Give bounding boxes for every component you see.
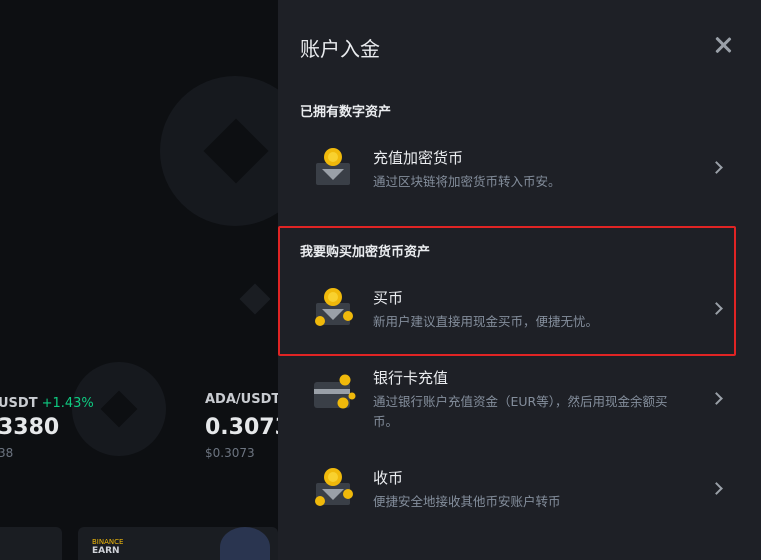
option-title: 充值加密货币 [373,149,464,167]
wallet-coin-icon [316,148,350,185]
binance-earn-logo: BINANCE EARN [92,538,123,557]
deposit-drawer: 账户入金 已拥有数字资产 充值加密货币 通过区块链将加密货币转入币安。 我要购买… [278,0,761,560]
section-label-owned-assets: 已拥有数字资产 [300,105,392,120]
chevron-right-icon [710,302,723,315]
option-deposit-crypto[interactable]: 充值加密货币 通过区块链将加密货币转入币安。 [278,147,761,225]
option-desc: 通过区块链将加密货币转入币安。 [373,174,561,189]
chevron-right-icon [710,392,723,405]
drawer-title: 账户入金 [300,37,380,61]
option-title: 银行卡充值 [373,369,449,387]
option-buy-crypto[interactable]: 买币 新用户建议直接用现金买币，便捷无忧。 [278,287,761,365]
option-desc: 便捷安全地接收其他币安账户转币 [373,494,561,509]
option-bank-card-deposit[interactable]: 银行卡充值 通过银行账户充值资金（EUR等），然后用现金余额买币。 [278,367,761,445]
bank-card-icon [314,374,356,409]
ticker-sub-price: 38 [0,446,14,460]
earn-label: EARN [92,545,120,556]
receive-coin-icon [315,468,353,506]
ticker-change: +1.43% [41,396,94,411]
section-label-buy-crypto: 我要购买加密货币资产 [300,245,431,260]
ticker-pair-label: USDT [0,396,38,411]
buy-coin-icon [315,288,353,326]
background-page: USDT+1.43% 3380 38 ADA/USDT 0.3073 $0.30… [0,0,278,560]
option-title: 买币 [373,289,404,307]
option-desc: 通过银行账户充值资金（EUR等），然后用现金余额买币。 [373,394,668,429]
close-icon[interactable] [714,36,732,54]
ticker-sub-price-ada: $0.3073 [205,446,255,460]
bg-card-left [0,527,62,560]
option-receive-crypto[interactable]: 收币 便捷安全地接收其他币安账户转币 [278,467,761,545]
chevron-right-icon [710,161,723,174]
ticker-price-ada: 0.3073 [205,415,278,440]
ticker-pair-ada[interactable]: ADA/USDT [205,392,278,407]
bg-diamond-small [239,283,271,315]
ticker-price: 3380 [0,415,60,440]
chevron-right-icon [710,482,723,495]
earn-coin-icon [220,527,270,560]
option-title: 收币 [373,469,404,487]
earn-card[interactable]: BINANCE EARN [78,527,278,560]
ticker-pair-usdt[interactable]: USDT +1.43% [0,392,94,411]
option-desc: 新用户建议直接用现金买币，便捷无忧。 [373,314,599,329]
